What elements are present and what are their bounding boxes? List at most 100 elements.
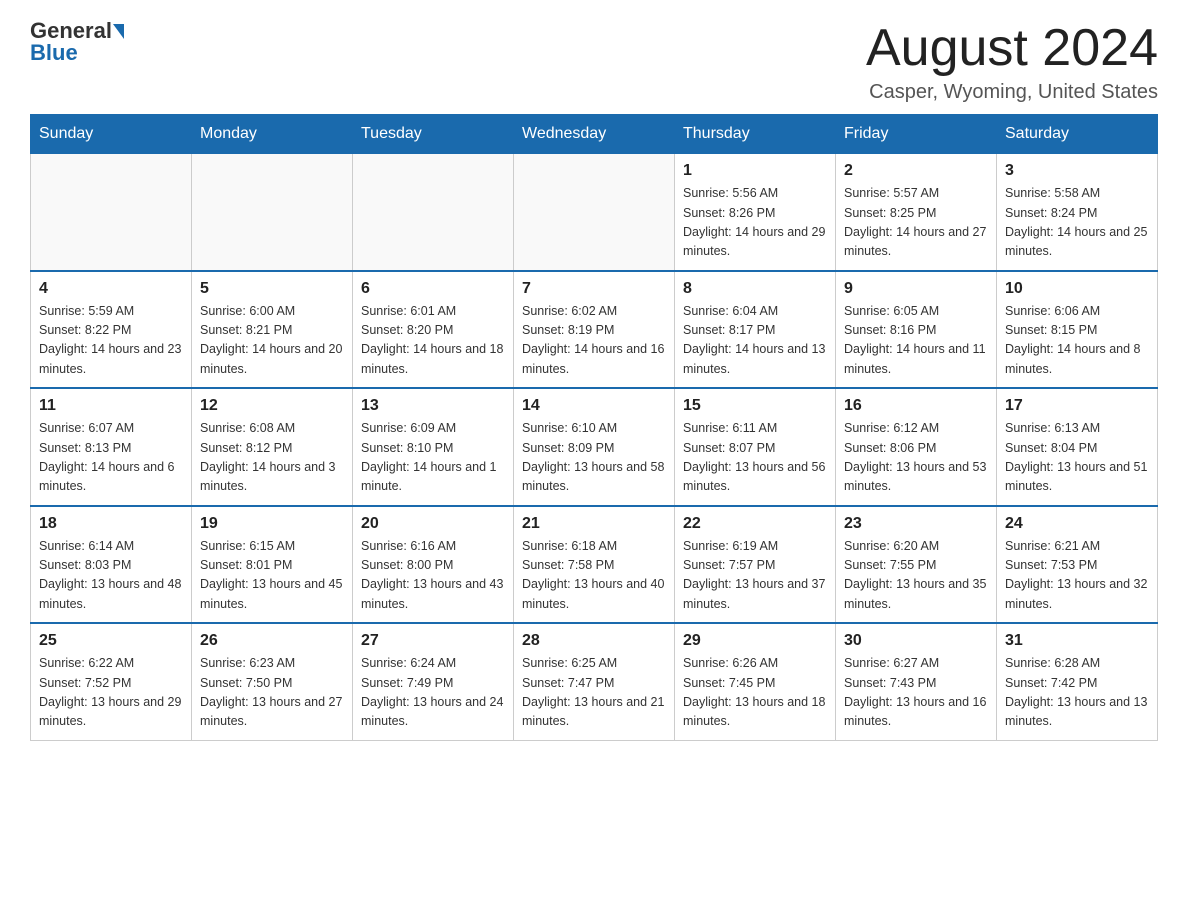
logo: General Blue [30,20,124,66]
day-number: 21 [522,515,666,533]
location-subtitle: Casper, Wyoming, United States [866,81,1158,104]
day-info: Sunrise: 6:08 AMSunset: 8:12 PMDaylight:… [200,419,344,497]
header-friday: Friday [836,115,997,154]
day-info: Sunrise: 6:25 AMSunset: 7:47 PMDaylight:… [522,654,666,732]
day-number: 27 [361,632,505,650]
day-info: Sunrise: 6:13 AMSunset: 8:04 PMDaylight:… [1005,419,1149,497]
calendar-week-row: 25 Sunrise: 6:22 AMSunset: 7:52 PMDayligh… [31,623,1158,740]
title-block: August 2024 Casper, Wyoming, United Stat… [866,20,1158,104]
page-header: General Blue August 2024 Casper, Wyoming… [30,20,1158,104]
calendar-day-cell: 31 Sunrise: 6:28 AMSunset: 7:42 PMDayligh… [997,623,1158,740]
calendar-day-cell: 19 Sunrise: 6:15 AMSunset: 8:01 PMDayligh… [192,506,353,624]
day-number: 16 [844,397,988,415]
day-info: Sunrise: 6:16 AMSunset: 8:00 PMDaylight:… [361,537,505,615]
day-number: 10 [1005,280,1149,298]
day-info: Sunrise: 6:12 AMSunset: 8:06 PMDaylight:… [844,419,988,497]
day-info: Sunrise: 5:59 AMSunset: 8:22 PMDaylight:… [39,302,183,380]
day-info: Sunrise: 6:19 AMSunset: 7:57 PMDaylight:… [683,537,827,615]
day-info: Sunrise: 6:20 AMSunset: 7:55 PMDaylight:… [844,537,988,615]
calendar-day-cell: 9Sunrise: 6:05 AMSunset: 8:16 PMDaylight… [836,271,997,389]
logo-blue: Blue [30,40,78,66]
calendar-day-cell: 2Sunrise: 5:57 AMSunset: 8:25 PMDaylight… [836,154,997,271]
day-number: 6 [361,280,505,298]
calendar-header-row: SundayMondayTuesdayWednesdayThursdayFrid… [31,115,1158,154]
day-info: Sunrise: 6:21 AMSunset: 7:53 PMDaylight:… [1005,537,1149,615]
header-sunday: Sunday [31,115,192,154]
day-number: 24 [1005,515,1149,533]
day-info: Sunrise: 6:11 AMSunset: 8:07 PMDaylight:… [683,419,827,497]
header-wednesday: Wednesday [514,115,675,154]
day-number: 9 [844,280,988,298]
day-info: Sunrise: 6:00 AMSunset: 8:21 PMDaylight:… [200,302,344,380]
calendar-day-cell: 18Sunrise: 6:14 AMSunset: 8:03 PMDayligh… [31,506,192,624]
day-info: Sunrise: 6:22 AMSunset: 7:52 PMDaylight:… [39,654,183,732]
calendar-day-cell: 29Sunrise: 6:26 AMSunset: 7:45 PMDayligh… [675,623,836,740]
calendar-day-cell: 25 Sunrise: 6:22 AMSunset: 7:52 PMDayligh… [31,623,192,740]
day-number: 4 [39,280,183,298]
day-number: 2 [844,162,988,180]
calendar-day-cell: 21 Sunrise: 6:18 AMSunset: 7:58 PMDayligh… [514,506,675,624]
day-number: 5 [200,280,344,298]
logo-general: General [30,20,112,42]
calendar-day-cell: 20 Sunrise: 6:16 AMSunset: 8:00 PMDayligh… [353,506,514,624]
day-number: 15 [683,397,827,415]
month-year-title: August 2024 [866,20,1158,77]
calendar-day-cell: 8 Sunrise: 6:04 AMSunset: 8:17 PMDaylight… [675,271,836,389]
day-info: Sunrise: 6:07 AMSunset: 8:13 PMDaylight:… [39,419,183,497]
logo-triangle-icon [113,24,124,39]
day-info: Sunrise: 6:06 AMSunset: 8:15 PMDaylight:… [1005,302,1149,380]
day-number: 23 [844,515,988,533]
calendar-week-row: 11 Sunrise: 6:07 AMSunset: 8:13 PMDayligh… [31,388,1158,506]
calendar-day-cell: 23 Sunrise: 6:20 AMSunset: 7:55 PMDayligh… [836,506,997,624]
header-thursday: Thursday [675,115,836,154]
calendar-day-cell: 1Sunrise: 5:56 AMSunset: 8:26 PMDaylight… [675,154,836,271]
calendar-day-cell [514,154,675,271]
calendar-day-cell: 28Sunrise: 6:25 AMSunset: 7:47 PMDayligh… [514,623,675,740]
day-number: 13 [361,397,505,415]
day-number: 7 [522,280,666,298]
calendar-day-cell: 7Sunrise: 6:02 AMSunset: 8:19 PMDaylight… [514,271,675,389]
day-number: 29 [683,632,827,650]
calendar-day-cell: 12Sunrise: 6:08 AMSunset: 8:12 PMDayligh… [192,388,353,506]
calendar-day-cell: 5 Sunrise: 6:00 AMSunset: 8:21 PMDaylight… [192,271,353,389]
day-info: Sunrise: 6:28 AMSunset: 7:42 PMDaylight:… [1005,654,1149,732]
day-number: 18 [39,515,183,533]
calendar-day-cell: 10 Sunrise: 6:06 AMSunset: 8:15 PMDayligh… [997,271,1158,389]
calendar-day-cell: 15 Sunrise: 6:11 AMSunset: 8:07 PMDayligh… [675,388,836,506]
calendar-day-cell [31,154,192,271]
calendar-week-row: 18Sunrise: 6:14 AMSunset: 8:03 PMDayligh… [31,506,1158,624]
header-tuesday: Tuesday [353,115,514,154]
header-monday: Monday [192,115,353,154]
day-number: 19 [200,515,344,533]
calendar-day-cell: 24 Sunrise: 6:21 AMSunset: 7:53 PMDayligh… [997,506,1158,624]
day-info: Sunrise: 6:18 AMSunset: 7:58 PMDaylight:… [522,537,666,615]
calendar-day-cell [192,154,353,271]
day-number: 14 [522,397,666,415]
day-number: 17 [1005,397,1149,415]
day-info: Sunrise: 5:56 AMSunset: 8:26 PMDaylight:… [683,184,827,262]
day-info: Sunrise: 6:04 AMSunset: 8:17 PMDaylight:… [683,302,827,380]
calendar-day-cell: 13Sunrise: 6:09 AMSunset: 8:10 PMDayligh… [353,388,514,506]
day-number: 31 [1005,632,1149,650]
day-info: Sunrise: 6:24 AMSunset: 7:49 PMDaylight:… [361,654,505,732]
day-number: 11 [39,397,183,415]
calendar-day-cell: 3Sunrise: 5:58 AMSunset: 8:24 PMDaylight… [997,154,1158,271]
day-number: 3 [1005,162,1149,180]
calendar-day-cell: 11 Sunrise: 6:07 AMSunset: 8:13 PMDayligh… [31,388,192,506]
day-info: Sunrise: 6:27 AMSunset: 7:43 PMDaylight:… [844,654,988,732]
day-number: 25 [39,632,183,650]
day-info: Sunrise: 6:10 AMSunset: 8:09 PMDaylight:… [522,419,666,497]
day-info: Sunrise: 6:01 AMSunset: 8:20 PMDaylight:… [361,302,505,380]
calendar-table: SundayMondayTuesdayWednesdayThursdayFrid… [30,114,1158,741]
day-number: 30 [844,632,988,650]
day-number: 20 [361,515,505,533]
day-number: 8 [683,280,827,298]
header-saturday: Saturday [997,115,1158,154]
calendar-week-row: 4 Sunrise: 5:59 AMSunset: 8:22 PMDaylight… [31,271,1158,389]
day-number: 22 [683,515,827,533]
day-info: Sunrise: 6:15 AMSunset: 8:01 PMDaylight:… [200,537,344,615]
calendar-day-cell: 26Sunrise: 6:23 AMSunset: 7:50 PMDayligh… [192,623,353,740]
calendar-day-cell [353,154,514,271]
calendar-week-row: 1Sunrise: 5:56 AMSunset: 8:26 PMDaylight… [31,154,1158,271]
day-info: Sunrise: 6:23 AMSunset: 7:50 PMDaylight:… [200,654,344,732]
